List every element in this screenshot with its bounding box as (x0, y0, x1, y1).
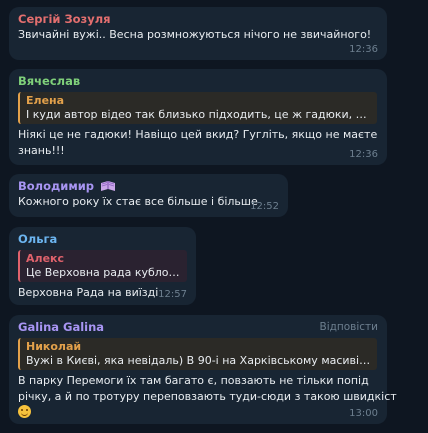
message-bubble[interactable]: Сергій Зозуля Звичайні вужі.. Весна розм… (9, 7, 387, 60)
reply-text: Вужі в Києві, яка невідаль) В 90-і на Ха… (26, 354, 371, 367)
reply-author: Елена (26, 94, 65, 107)
sender-name[interactable]: Вячеслав (18, 73, 378, 89)
sender-line: Володимир (18, 178, 279, 194)
reply-text: І куди автор відео так близько підходить… (26, 108, 371, 121)
reply-author: Алекс (26, 252, 65, 265)
smile-emoji-icon (18, 405, 31, 418)
message-time: 12:36 (349, 149, 378, 160)
reply-button[interactable]: Відповісти (320, 320, 379, 334)
message-time: 12:57 (158, 289, 187, 300)
message-time: 13:00 (349, 408, 378, 419)
message-text-line: В парку Перемоги їх там багато є, повзаю… (18, 374, 369, 387)
message-text-line: Ніякі це не гадюки! Навіщо цей вкид? Гуг… (18, 128, 378, 141)
reply-quote[interactable]: Николай Вужі в Києві, яка невідаль) В 90… (18, 338, 377, 370)
reply-text: Це Верховна рада кубло з... (26, 266, 181, 279)
message-time: 12:52 (250, 201, 279, 212)
message-text-line: річку, а й по тротуру переповзають туди-… (18, 390, 397, 403)
reply-quote[interactable]: Елена І куди автор відео так близько під… (18, 92, 377, 124)
message-bubble[interactable]: Ольга Алекс Це Верховна рада кубло з... … (9, 227, 196, 305)
reply-quote[interactable]: Алекс Це Верховна рада кубло з... (18, 250, 187, 282)
chat-history: Сергій Зозуля Звичайні вужі.. Весна розм… (0, 0, 428, 433)
sender-name[interactable]: Володимир (18, 179, 94, 193)
message-text-line: знань!!! (18, 144, 65, 157)
reply-author: Николай (26, 340, 82, 353)
sender-name[interactable]: Сергій Зозуля (18, 11, 378, 27)
message-text: Ніякі це не гадюки! Навіщо цей вкид? Гуг… (18, 127, 378, 159)
message-text: В парку Перемоги їх там багато є, повзаю… (18, 373, 397, 421)
sender-name[interactable]: Ольга (18, 231, 187, 247)
message-time: 12:36 (349, 44, 378, 55)
message-bubble[interactable]: Вячеслав Елена І куди автор відео так бл… (9, 69, 387, 165)
message-bubble[interactable]: Володимир Кожного року їх стає все більш… (9, 174, 288, 217)
message-bubble[interactable]: Galina Galina Відповісти Николай Вужі в … (9, 315, 397, 424)
message-text: Кожного року їх стає все більше і більше (18, 195, 258, 208)
message-text: Звичайні вужі.. Весна розмножуються нічо… (18, 28, 372, 41)
